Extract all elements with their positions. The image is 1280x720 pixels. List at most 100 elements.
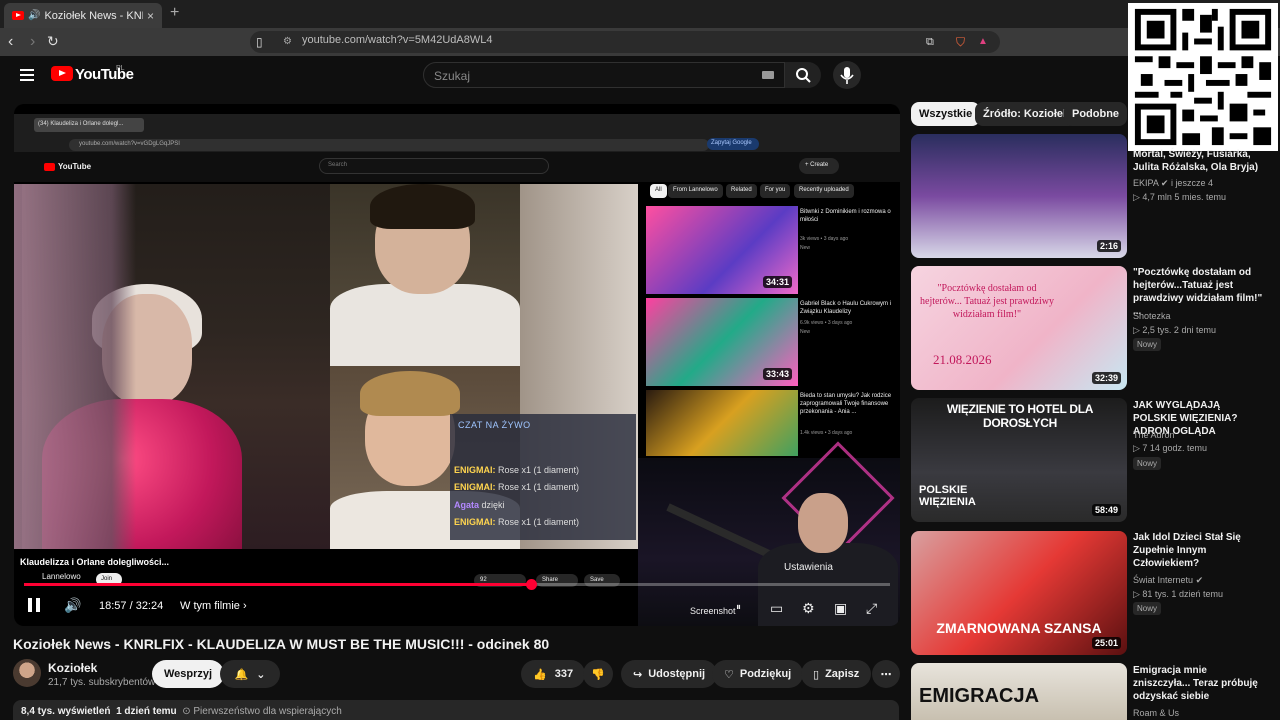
- thumbnail-date: 21.08.2026: [933, 352, 992, 367]
- subtitles-icon[interactable]: ▭: [770, 600, 783, 617]
- time-display: 18:57 / 32:24: [99, 600, 164, 612]
- microphone-icon: [840, 67, 854, 84]
- video-player[interactable]: (34) Klaudeliza i Orlane dolegl... youtu…: [14, 104, 900, 626]
- back-icon[interactable]: ‹: [8, 33, 13, 51]
- chip-source[interactable]: Źródło: Koziołek: [975, 102, 1078, 126]
- new-badge: Nowy: [1133, 602, 1162, 615]
- fullscreen-icon[interactable]: ⤢: [866, 600, 877, 617]
- upload-date: 1 dzień temu: [116, 706, 177, 717]
- inner-rec-title: Gabriel Black o Haulu Cukrowym i Związku…: [800, 301, 892, 315]
- youtube-logo-icon[interactable]: [51, 66, 73, 81]
- save-button[interactable]: ▯ Zapisz: [801, 660, 872, 688]
- keyboard-icon[interactable]: [762, 71, 774, 79]
- bookmark-icon: ▯: [813, 668, 820, 681]
- brave-shield-icon[interactable]: ⛉: [956, 35, 965, 50]
- top-man-pane: [330, 184, 520, 366]
- reload-icon[interactable]: ↻: [47, 33, 59, 50]
- recommended-meta: ▷ 2,5 tys. 2 dni temu: [1133, 325, 1216, 335]
- settings-tooltip: Ustawienia: [784, 562, 833, 573]
- search-button[interactable]: [785, 62, 821, 88]
- volume-icon[interactable]: 🔊: [64, 597, 81, 614]
- chevron-down-icon: ⌄: [256, 668, 266, 681]
- close-tab-icon[interactable]: ×: [147, 9, 154, 23]
- settings-icon[interactable]: ⚙: [802, 600, 815, 617]
- more-actions-button[interactable]: ⋯: [872, 660, 900, 688]
- recommended-thumbnail[interactable]: "Pocztówkę dostałam od hejterów... Tatua…: [911, 266, 1127, 390]
- recommended-title[interactable]: Jak Idol Dzieci Stał Się Zupełnie Innym …: [1133, 531, 1263, 570]
- support-button[interactable]: Wesprzyj: [152, 660, 225, 688]
- inner-search: Search: [319, 158, 549, 174]
- inner-chip: Recently uploaded: [794, 184, 854, 198]
- thumbs-up-icon: 👍: [533, 668, 547, 681]
- thanks-label: Podziękuj: [739, 668, 792, 680]
- inner-chip: For you: [760, 184, 791, 198]
- inner-chip: All: [650, 184, 667, 198]
- progress-bar[interactable]: [24, 579, 890, 590]
- save-label: Zapisz: [825, 668, 860, 680]
- thumbnail-text: EMIGRACJA: [919, 685, 1040, 707]
- inner-youtube-logo-icon: [44, 163, 55, 171]
- miniplayer-icon[interactable]: ▣: [834, 600, 847, 617]
- new-tab-icon[interactable]: +: [170, 4, 179, 22]
- screenshot-label[interactable]: Screenshot: [690, 606, 736, 616]
- notifications-button[interactable]: 🔔 ⌄: [220, 660, 280, 688]
- streamer-face: [798, 493, 848, 553]
- menu-icon[interactable]: [20, 69, 34, 81]
- pause-button[interactable]: [28, 598, 40, 612]
- duration-badge: 34:31: [762, 276, 792, 288]
- speaker-icon[interactable]: 🔊: [28, 10, 40, 21]
- recommended-channel: Roam & Us: [1133, 708, 1180, 718]
- chat-line: ENIGMAI: Rose x1 (1 diament): [454, 517, 580, 527]
- youtube-header: YouTube PL Szukaj: [0, 56, 1280, 102]
- recommended-thumbnail[interactable]: ZMARNOWANA SZANSA 25:01: [911, 531, 1127, 655]
- voice-search-button[interactable]: [833, 61, 861, 89]
- tab-title: Koziołek News - KNRLFIX - KL: [44, 9, 143, 22]
- open-external-icon[interactable]: ⧉: [926, 36, 934, 49]
- pause-icon[interactable]: ⏸: [736, 602, 741, 613]
- progress-scrubber[interactable]: [525, 579, 537, 590]
- like-button[interactable]: 👍 337: [521, 660, 585, 688]
- recommended-thumbnail[interactable]: EMIGRACJA: [911, 663, 1127, 720]
- url-text: youtube.com/watch?v=5M42UdA8WL4: [302, 34, 493, 46]
- new-badge: Nowy: [1133, 338, 1162, 351]
- bell-icon: 🔔: [234, 668, 249, 681]
- duration-badge: 33:43: [762, 368, 792, 380]
- inner-rec-thumb: 34:31: [646, 206, 798, 294]
- more-icon: ⋯: [880, 668, 892, 681]
- bookmark-icon[interactable]: ▯: [256, 35, 263, 49]
- browser-tab-bar: 🔊 Koziołek News - KNRLFIX - KL × +: [0, 0, 1280, 28]
- recommended-thumbnail[interactable]: WIĘZIENIE TO HOTEL DLA DOROSŁYCH POLSKIE…: [911, 398, 1127, 522]
- chat-header: CZAT NA ŻYWO: [458, 420, 531, 430]
- recommended-title[interactable]: Mortal, Świeży, Fusiarka, Julita Różalsk…: [1133, 148, 1263, 174]
- forward-icon[interactable]: ›: [30, 33, 35, 51]
- chapter-button[interactable]: W tym filmie ›: [180, 600, 247, 612]
- recommended-channel: Świat Internetu ✔: [1133, 575, 1204, 585]
- like-count: 337: [554, 668, 574, 680]
- chat-line: ENIGMAI: Rose x1 (1 diament): [454, 465, 580, 475]
- share-button[interactable]: ↪ Udostępnij: [621, 660, 718, 688]
- search-input[interactable]: Szukaj: [423, 62, 785, 88]
- site-info-icon[interactable]: ⚙: [283, 36, 292, 47]
- description-box[interactable]: 8,4 tys. wyświetleń 1 dzień temu ⊙ Pierw…: [13, 700, 899, 720]
- recommended-thumbnail[interactable]: 2:16: [911, 134, 1127, 258]
- super-thanks-icon: ♡: [724, 668, 734, 681]
- chip-similar[interactable]: Podobne: [1064, 102, 1128, 126]
- thanks-button[interactable]: ♡ Podziękuj: [712, 660, 804, 688]
- thumbs-down-icon: 👎: [591, 668, 605, 681]
- inner-rec-meta: 1.4k views • 3 days ago: [800, 430, 853, 436]
- chip-all[interactable]: Wszystkie: [911, 102, 981, 126]
- thumbnail-subtext: POLSKIE WIĘZIENIA: [919, 484, 976, 508]
- share-icon: ↪: [633, 668, 643, 681]
- progress-fill: [24, 583, 531, 586]
- inner-rec-meta: 3k views • 3 days ago: [800, 236, 849, 242]
- channel-name[interactable]: Koziołek: [48, 661, 97, 675]
- inner-chip: Related: [726, 184, 757, 198]
- priority-tag: Pierwszeństwo dla wspierających: [193, 706, 342, 717]
- dislike-button[interactable]: 👎: [583, 660, 613, 688]
- inner-tab: (34) Klaudeliza i Orlane dolegl...: [34, 118, 144, 132]
- rewards-icon[interactable]: ▲: [978, 36, 988, 47]
- recommended-title[interactable]: Emigracja mnie zniszczyła... Teraz próbu…: [1133, 664, 1263, 703]
- browser-tab[interactable]: 🔊 Koziołek News - KNRLFIX - KL ×: [4, 3, 162, 28]
- channel-avatar[interactable]: [13, 659, 41, 687]
- recommended-channel: EKIPA ✔ i jeszcze 4: [1133, 178, 1213, 188]
